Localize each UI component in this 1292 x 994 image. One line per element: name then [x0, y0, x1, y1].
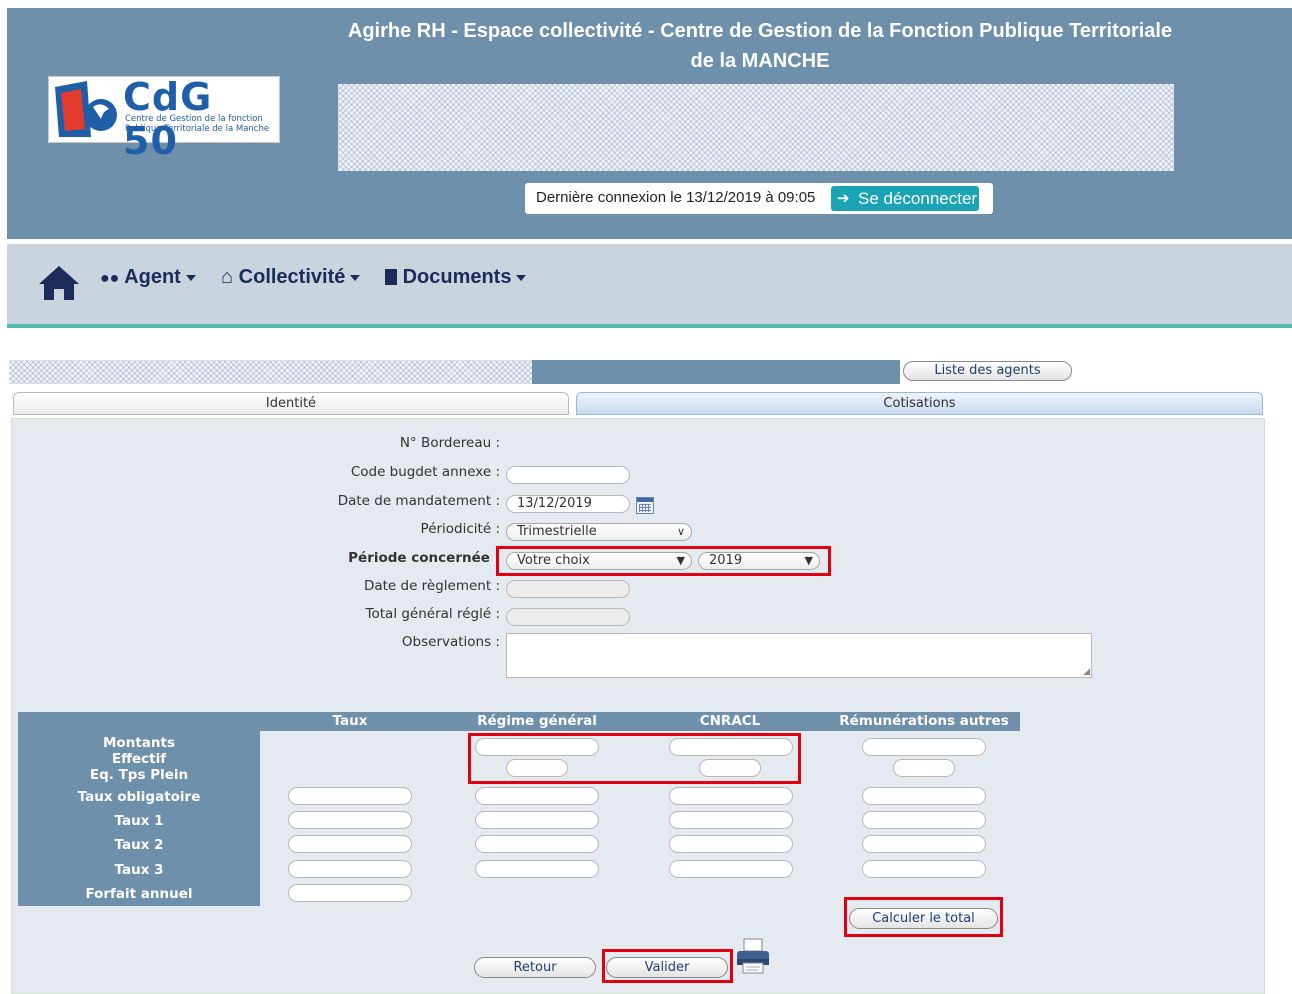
col-regime-general: Régime général: [477, 713, 597, 729]
retour-button[interactable]: Retour: [474, 957, 596, 978]
agent-name-bar: [9, 360, 532, 384]
row-montants: Montants: [103, 735, 175, 751]
chevron-down-icon: [516, 274, 527, 281]
agents-list-button[interactable]: Liste des agents: [903, 361, 1072, 381]
taux1-cnracl-input[interactable]: [669, 811, 793, 829]
montants-remunerations-input[interactable]: [862, 738, 986, 756]
nav-agent-label: Agent: [124, 266, 181, 288]
grid-row-labels: Montants Effectif Eq. Tps Plein Taux obl…: [18, 712, 260, 906]
taux-obligatoire-cnracl-input[interactable]: [669, 787, 793, 805]
grid-header: Taux Régime général CNRACL Rémunérations…: [258, 712, 1020, 731]
date-reglement-label: Date de règlement :: [363, 578, 500, 594]
main-nav: ●● Agent ⌂ Collectivité Documents: [7, 244, 1292, 328]
taux3-cnracl-input[interactable]: [669, 860, 793, 878]
col-remunerations-autres: Rémunérations autres: [839, 713, 1009, 729]
date-mandatement-input[interactable]: 13/12/2019: [506, 495, 630, 513]
last-connection-text: Dernière connexion le 13/12/2019 à 09:05: [536, 189, 816, 206]
chevron-down-icon: [350, 274, 361, 281]
code-budget-label: Code bugdet annexe :: [350, 464, 500, 480]
taux1-regime-input[interactable]: [475, 811, 599, 829]
col-taux: Taux: [332, 713, 368, 729]
app-title: Agirhe RH - Espace collectivité - Centre…: [347, 20, 1173, 72]
highlight-periode: [496, 546, 831, 576]
tab-identite[interactable]: Identité: [13, 392, 569, 415]
highlight-valider: [602, 949, 733, 983]
effectif-remunerations-input[interactable]: [893, 759, 955, 777]
highlight-montants: [468, 733, 801, 784]
sign-out-icon: ➔: [837, 190, 850, 207]
chevron-down-icon: [185, 274, 196, 281]
users-icon: ●●: [100, 270, 120, 287]
periodicite-label: Périodicité :: [420, 521, 500, 537]
taux3-taux-input[interactable]: [288, 860, 412, 878]
total-regle-label: Total général réglé :: [365, 606, 500, 622]
printer-icon[interactable]: [734, 937, 774, 977]
nav-collectivite-label: Collectivité: [238, 266, 346, 288]
taux2-taux-input[interactable]: [288, 835, 412, 853]
date-reglement-input: [506, 580, 630, 598]
periode-label: Période concernée :: [348, 550, 500, 566]
agent-info-bar: [532, 360, 900, 384]
taux2-regime-input[interactable]: [475, 835, 599, 853]
row-forfait-annuel: Forfait annuel: [85, 886, 193, 902]
taux-obligatoire-remunerations-input[interactable]: [862, 787, 986, 805]
home-icon[interactable]: [37, 264, 81, 306]
institution-icon: ⌂: [221, 266, 234, 288]
row-taux3: Taux 3: [114, 862, 164, 878]
taux1-remunerations-input[interactable]: [862, 811, 986, 829]
nav-agent[interactable]: ●● Agent: [100, 266, 196, 289]
highlight-calculer: [844, 897, 1003, 937]
row-taux2: Taux 2: [114, 837, 164, 853]
total-regle-input: [506, 608, 630, 626]
row-effectif: Effectif: [111, 751, 167, 767]
periodicite-value: Trimestrielle: [517, 524, 597, 539]
nav-documents[interactable]: Documents: [385, 266, 527, 289]
nav-collectivite[interactable]: ⌂ Collectivité: [221, 266, 361, 289]
resize-handle-icon[interactable]: ◢: [1083, 667, 1090, 677]
connection-bar: Dernière connexion le 13/12/2019 à 09:05…: [525, 183, 993, 214]
chevron-down-icon: ∨: [676, 525, 685, 538]
logout-label: Se déconnecter: [858, 189, 978, 208]
code-budget-input[interactable]: [506, 466, 630, 484]
cdg-logo[interactable]: CdG 50 Centre de Gestion de la fonction …: [48, 75, 280, 163]
row-taux-obligatoire: Taux obligatoire: [77, 789, 201, 805]
observations-textarea[interactable]: ◢: [506, 633, 1092, 678]
bordereau-label: N° Bordereau :: [399, 435, 500, 451]
tab-cotisations[interactable]: Cotisations: [576, 392, 1263, 415]
document-icon: [385, 269, 397, 285]
taux-obligatoire-regime-input[interactable]: [475, 787, 599, 805]
col-cnracl: CNRACL: [699, 713, 761, 729]
periodicite-select[interactable]: Trimestrielle ∨: [506, 523, 692, 541]
logo-subtitle: Centre de Gestion de la fonction Publiqu…: [125, 114, 270, 134]
row-eq-tps-plein: Eq. Tps Plein: [89, 767, 189, 783]
date-mandatement-label: Date de mandatement :: [337, 493, 500, 509]
logout-button[interactable]: ➔ Se déconnecter: [831, 186, 979, 211]
header-banner: [338, 84, 1174, 171]
forfait-annuel-taux-input[interactable]: [288, 884, 412, 902]
taux1-taux-input[interactable]: [288, 811, 412, 829]
taux-obligatoire-taux-input[interactable]: [288, 787, 412, 805]
taux2-cnracl-input[interactable]: [669, 835, 793, 853]
observations-label: Observations :: [401, 634, 500, 650]
row-taux1: Taux 1: [114, 813, 164, 829]
taux3-regime-input[interactable]: [475, 860, 599, 878]
calendar-icon[interactable]: [636, 497, 654, 514]
cdg-emblem-icon: [55, 81, 117, 137]
taux3-remunerations-input[interactable]: [862, 860, 986, 878]
taux2-remunerations-input[interactable]: [862, 835, 986, 853]
nav-documents-label: Documents: [402, 266, 512, 288]
